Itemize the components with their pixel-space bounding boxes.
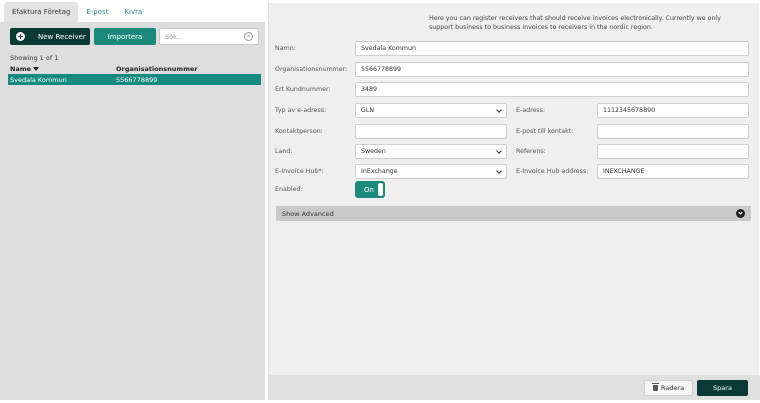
info-text: Here you can register receivers that sho… [429, 15, 721, 31]
new-receiver-label: New Receiver [38, 32, 86, 41]
cell-name: Svedala Kommun [8, 74, 114, 85]
plus-icon: + [16, 32, 25, 41]
contact-email-label: E-post till kontakt: [516, 128, 574, 135]
hub-address-field[interactable]: INEXCHANGE [597, 164, 749, 179]
delete-button[interactable]: Radera [644, 380, 693, 396]
cell-org: 5566778899 [114, 74, 261, 85]
receiver-table: Name Organisationsnummer Svedala Kommun … [8, 64, 261, 85]
enabled-toggle[interactable]: On [355, 181, 385, 198]
delete-label: Radera [660, 384, 685, 392]
tab-efaktura-foretag[interactable]: Efaktura Företag [4, 2, 79, 22]
eaddress-label: E-adress: [516, 107, 546, 114]
result-count: Showing 1 of 1 [10, 54, 59, 62]
row-hub: E-Invoice Hub*: InExchange E-Invoice Hub… [269, 164, 760, 179]
search-box: × [159, 28, 259, 45]
chevron-down-icon [496, 148, 502, 154]
search-input[interactable] [165, 30, 245, 43]
hub-value: InExchange [361, 168, 398, 175]
import-button[interactable]: Importera [94, 28, 156, 45]
chevron-down-icon [496, 107, 502, 113]
address-type-value: GLN [361, 107, 375, 114]
hub-address-label: E-Invoice Hub address: [516, 168, 589, 175]
country-select[interactable]: Sweden [355, 144, 507, 159]
row-country: Land: Sweden Referens: [269, 144, 760, 159]
row-contact: Kontaktperson: E-post till kontakt: [269, 124, 760, 139]
form-footer: Radera Spara [269, 375, 760, 400]
column-header-org[interactable]: Organisationsnummer [114, 64, 261, 74]
tab-kivra[interactable]: Kivra [116, 2, 150, 22]
table-header-row: Name Organisationsnummer [8, 64, 261, 74]
contact-person-field[interactable] [355, 124, 507, 139]
row-org: Organisationsnummer: 5566778899 [269, 62, 760, 77]
country-label: Land: [275, 148, 293, 155]
column-header-name[interactable]: Name [8, 64, 114, 74]
table-row[interactable]: Svedala Kommun 5566778899 [8, 74, 261, 85]
show-advanced-bar[interactable]: Show Advanced [276, 206, 751, 221]
receiver-list-panel: + New Receiver Importera × Showing 1 of … [0, 22, 265, 400]
row-enabled: Enabled: On [269, 181, 760, 198]
show-advanced-label: Show Advanced [282, 210, 334, 218]
chevron-down-icon [496, 168, 502, 174]
tab-e-post[interactable]: E-post [78, 2, 116, 22]
country-value: Sweden [361, 148, 386, 155]
enabled-label: Enabled: [275, 186, 303, 193]
list-toolbar: + New Receiver Importera × [10, 28, 259, 45]
name-label: Namn: [275, 45, 296, 52]
chevron-circle-down-icon [736, 209, 745, 218]
customer-number-label: Ert Kundnummer: [275, 86, 331, 93]
reference-field[interactable] [597, 144, 749, 159]
eaddress-field[interactable]: 1112345678890 [597, 103, 749, 118]
toggle-knob [378, 183, 383, 196]
clear-search-icon[interactable]: × [244, 32, 253, 41]
receiver-form-panel: Here you can register receivers that sho… [268, 3, 760, 400]
reference-label: Referens: [516, 148, 546, 155]
address-type-label: Typ av e-adress: [275, 107, 327, 114]
contact-email-field[interactable] [597, 124, 749, 139]
row-customer-no: Ert Kundnummer: 3489 [269, 82, 760, 97]
hub-select[interactable]: InExchange [355, 164, 507, 179]
tab-bar: Efaktura Företag E-post Kivra [0, 0, 265, 22]
toggle-state-label: On [364, 185, 374, 194]
sort-down-icon [33, 67, 40, 71]
address-type-select[interactable]: GLN [355, 103, 507, 118]
new-receiver-button[interactable]: + New Receiver [10, 28, 90, 45]
name-field[interactable]: Svedala Kommun [355, 41, 749, 56]
org-label: Organisationsnummer: [275, 66, 348, 73]
save-button[interactable]: Spara [697, 380, 748, 396]
org-number-field[interactable]: 5566778899 [355, 62, 749, 77]
customer-number-field[interactable]: 3489 [355, 82, 749, 97]
row-address-type: Typ av e-adress: GLN E-adress: 111234567… [269, 103, 760, 118]
trash-icon [651, 383, 659, 391]
row-name: Namn: Svedala Kommun [269, 41, 760, 56]
contact-person-label: Kontaktperson: [275, 128, 323, 135]
hub-label: E-Invoice Hub*: [275, 168, 324, 175]
